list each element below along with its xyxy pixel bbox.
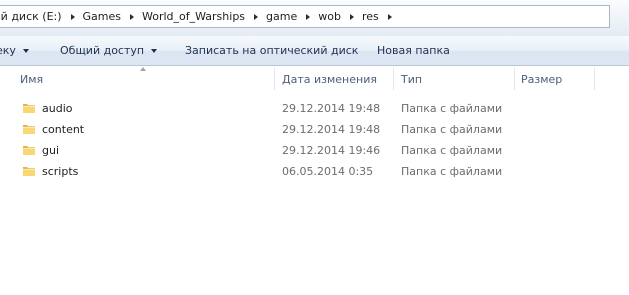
column-header-type-label: Тип xyxy=(401,72,423,86)
column-header-date-label: Дата изменения xyxy=(282,72,377,86)
column-divider[interactable] xyxy=(274,68,275,90)
column-headers: Имя Дата изменения Тип Размер xyxy=(0,66,629,92)
burn-button[interactable]: Записать на оптический диск xyxy=(185,36,358,65)
chevron-down-icon xyxy=(151,49,158,53)
file-name: audio xyxy=(42,102,73,115)
command-bar: еку Общий доступ Записать на оптический … xyxy=(0,36,629,66)
breadcrumb-separator-icon[interactable] xyxy=(254,13,259,20)
chevron-down-icon xyxy=(22,49,29,53)
column-divider[interactable] xyxy=(514,68,515,90)
column-divider[interactable] xyxy=(393,68,394,90)
file-list[interactable]: Имя Дата изменения Тип Размер audio 29.1… xyxy=(0,66,629,295)
breadcrumb-separator-icon[interactable] xyxy=(70,13,75,20)
table-row[interactable]: scripts 06.05.2014 0:35 Папка с файлами xyxy=(0,161,629,182)
breadcrumb-separator-icon[interactable] xyxy=(349,13,354,20)
add-to-library-button[interactable]: еку xyxy=(0,36,29,65)
file-type: Папка с файлами xyxy=(401,165,503,178)
breadcrumb[interactable]: ый диск (E:) Games World_of_Warships gam… xyxy=(0,5,610,28)
column-header-size-label: Размер xyxy=(521,72,563,86)
file-name: scripts xyxy=(42,165,79,178)
file-type: Папка с файлами xyxy=(401,123,503,136)
breadcrumb-item-game[interactable]: game xyxy=(266,10,297,23)
column-header-type[interactable]: Тип xyxy=(401,66,513,92)
address-bar: ый диск (E:) Games World_of_Warships gam… xyxy=(0,0,629,36)
file-type: Папка с файлами xyxy=(401,102,503,115)
table-row[interactable]: content 29.12.2014 19:48 Папка с файлами xyxy=(0,119,629,140)
column-header-name[interactable]: Имя xyxy=(20,66,274,92)
file-date: 29.12.2014 19:48 xyxy=(282,123,381,136)
breadcrumb-item-drive[interactable]: ый диск (E:) xyxy=(0,10,62,23)
file-name: gui xyxy=(42,144,60,157)
folder-icon xyxy=(23,104,35,113)
file-date: 29.12.2014 19:46 xyxy=(282,144,381,157)
column-divider[interactable] xyxy=(594,68,595,90)
file-name: content xyxy=(42,123,85,136)
add-to-library-label: еку xyxy=(0,44,16,57)
breadcrumb-items: ый диск (E:) Games World_of_Warships gam… xyxy=(0,6,400,27)
breadcrumb-item-world-of-warships[interactable]: World_of_Warships xyxy=(142,10,245,23)
burn-label: Записать на оптический диск xyxy=(185,44,359,57)
table-row[interactable]: gui 29.12.2014 19:46 Папка с файлами xyxy=(0,140,629,161)
folder-icon xyxy=(23,167,35,176)
column-header-size[interactable]: Размер xyxy=(521,66,593,92)
file-date: 06.05.2014 0:35 xyxy=(282,165,374,178)
breadcrumb-separator-icon[interactable] xyxy=(130,13,134,20)
folder-icon xyxy=(23,146,35,155)
file-date: 29.12.2014 19:48 xyxy=(282,102,381,115)
breadcrumb-separator-icon[interactable] xyxy=(387,13,392,20)
column-header-date[interactable]: Дата изменения xyxy=(282,66,392,92)
breadcrumb-item-res[interactable]: res xyxy=(362,10,379,23)
new-folder-label: Новая папка xyxy=(377,44,450,57)
new-folder-button[interactable]: Новая папка xyxy=(377,36,450,65)
table-row[interactable]: audio 29.12.2014 19:48 Папка с файлами xyxy=(0,98,629,119)
column-header-name-label: Имя xyxy=(20,72,44,86)
breadcrumb-item-wob[interactable]: wob xyxy=(318,10,341,23)
breadcrumb-item-games[interactable]: Games xyxy=(83,10,121,23)
folder-icon xyxy=(23,125,35,134)
share-button[interactable]: Общий доступ xyxy=(60,36,158,65)
file-type: Папка с файлами xyxy=(401,144,503,157)
share-label: Общий доступ xyxy=(60,44,145,57)
breadcrumb-separator-icon[interactable] xyxy=(306,13,311,20)
